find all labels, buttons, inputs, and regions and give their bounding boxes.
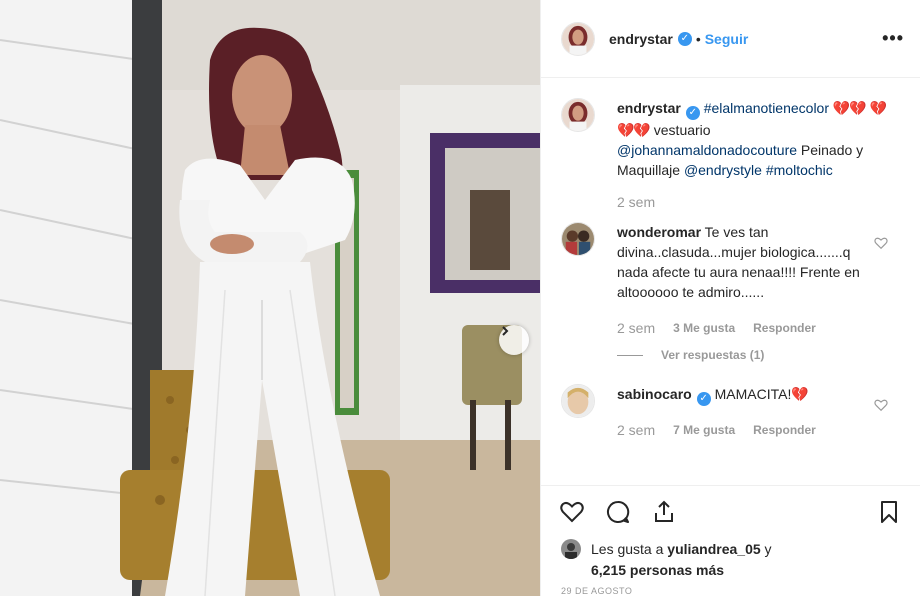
caption: endrystar ✓ #elalmanotienecolor 💔💔 💔💔💔 ve… (561, 98, 900, 210)
caption-body: endrystar ✓ #elalmanotienecolor 💔💔 💔💔💔 ve… (617, 98, 887, 210)
post-header: endrystar ✓ • Seguir ••• (541, 0, 920, 78)
verified-badge-icon: ✓ (677, 31, 692, 46)
heart-icon (560, 501, 584, 522)
likes-text: Les gusta a yuliandrea_05 y 6,215 person… (591, 539, 772, 581)
photo-scene (0, 0, 540, 596)
avatar-image (562, 22, 594, 55)
like-button[interactable] (559, 499, 585, 525)
heart-outline-icon[interactable] (874, 236, 888, 250)
comment-likes[interactable]: 7 Me gusta (673, 423, 735, 437)
instagram-post: endrystar ✓ • Seguir ••• endrystar ✓ #el… (0, 0, 920, 596)
avatar-image (562, 385, 594, 417)
comment-body: wonderomar Te ves tan divina..clasuda...… (617, 222, 867, 362)
avatar-image (561, 539, 581, 559)
post-actions (541, 485, 920, 537)
post-photo[interactable] (0, 0, 540, 596)
caption-text-part: vestuario (649, 122, 711, 138)
caption-text: endrystar ✓ #elalmanotienecolor 💔💔 💔💔💔 ve… (617, 98, 887, 180)
speech-bubble-icon (607, 500, 630, 523)
hashtag-link[interactable]: #elalmanotienecolor (704, 100, 829, 116)
comment-item: sabinocaro ✓ MAMACITA!💔 2 sem 7 Me gusta … (561, 384, 900, 438)
mention-link[interactable]: @johannamaldonadocouture (617, 142, 797, 158)
likes-prefix: Les gusta a (591, 541, 668, 557)
comment-button[interactable] (605, 499, 631, 525)
follow-button[interactable]: Seguir (705, 31, 749, 47)
caption-username[interactable]: endrystar (617, 100, 681, 116)
comment-likes[interactable]: 3 Me gusta (673, 321, 735, 335)
comment-meta: 2 sem 3 Me gusta Responder (617, 320, 867, 336)
save-button[interactable] (876, 499, 902, 525)
likes-count[interactable]: 6,215 personas más (591, 562, 724, 578)
more-options-icon[interactable]: ••• (882, 28, 904, 49)
post-sidebar: endrystar ✓ • Seguir ••• endrystar ✓ #el… (540, 0, 920, 596)
bookmark-icon (881, 500, 897, 523)
comment-meta: 2 sem 7 Me gusta Responder (617, 422, 867, 438)
author-avatar[interactable] (561, 21, 595, 56)
share-button[interactable] (651, 499, 677, 525)
reply-button[interactable]: Responder (753, 423, 816, 437)
view-replies-label[interactable]: Ver respuestas (1) (661, 348, 764, 362)
broken-heart-emoji: 💔 (791, 386, 808, 402)
likes-conj: y (760, 541, 772, 557)
avatar-image (562, 223, 594, 255)
author-avatar[interactable] (561, 98, 595, 132)
verified-badge-icon: ✓ (685, 106, 700, 120)
comment-item: wonderomar Te ves tan divina..clasuda...… (561, 222, 900, 362)
verified-badge-icon: ✓ (696, 392, 711, 406)
caption-meta: 2 sem (617, 194, 887, 210)
broken-heart-emoji: 💔💔 (832, 100, 867, 116)
post-date[interactable]: 29 DE AGOSTO (541, 581, 920, 596)
caption-timestamp[interactable]: 2 sem (617, 194, 655, 210)
comment-username[interactable]: sabinocaro (617, 386, 692, 402)
comment-timestamp[interactable]: 2 sem (617, 320, 655, 336)
avatar-image (562, 99, 594, 131)
comment-username[interactable]: wonderomar (617, 224, 701, 240)
next-image-button[interactable] (499, 325, 529, 355)
comment-content: MAMACITA! (714, 386, 792, 402)
comment-timestamp[interactable]: 2 sem (617, 422, 655, 438)
comment-body: sabinocaro ✓ MAMACITA!💔 2 sem 7 Me gusta … (617, 384, 867, 438)
share-icon (655, 500, 673, 522)
liker-username[interactable]: yuliandrea_05 (667, 541, 760, 557)
commenter-avatar[interactable] (561, 384, 595, 418)
author-username[interactable]: endrystar (609, 31, 673, 47)
separator-dot: • (695, 30, 701, 47)
hashtag-link[interactable]: #moltochic (766, 162, 833, 178)
commenter-avatar[interactable] (561, 222, 595, 256)
replies-divider (617, 354, 643, 356)
reply-button[interactable]: Responder (753, 321, 816, 335)
heart-outline-icon[interactable] (874, 398, 888, 412)
comments-list: endrystar ✓ #elalmanotienecolor 💔💔 💔💔💔 ve… (541, 78, 920, 485)
comment-text: wonderomar Te ves tan divina..clasuda...… (617, 222, 867, 302)
comment-text: sabinocaro ✓ MAMACITA!💔 (617, 384, 867, 406)
view-replies[interactable]: Ver respuestas (1) (617, 348, 867, 362)
chevron-right-icon (502, 326, 509, 336)
likes-summary: Les gusta a yuliandrea_05 y 6,215 person… (541, 537, 920, 581)
mention-link[interactable]: @endrystyle (684, 162, 762, 178)
liker-avatar[interactable] (561, 539, 581, 559)
